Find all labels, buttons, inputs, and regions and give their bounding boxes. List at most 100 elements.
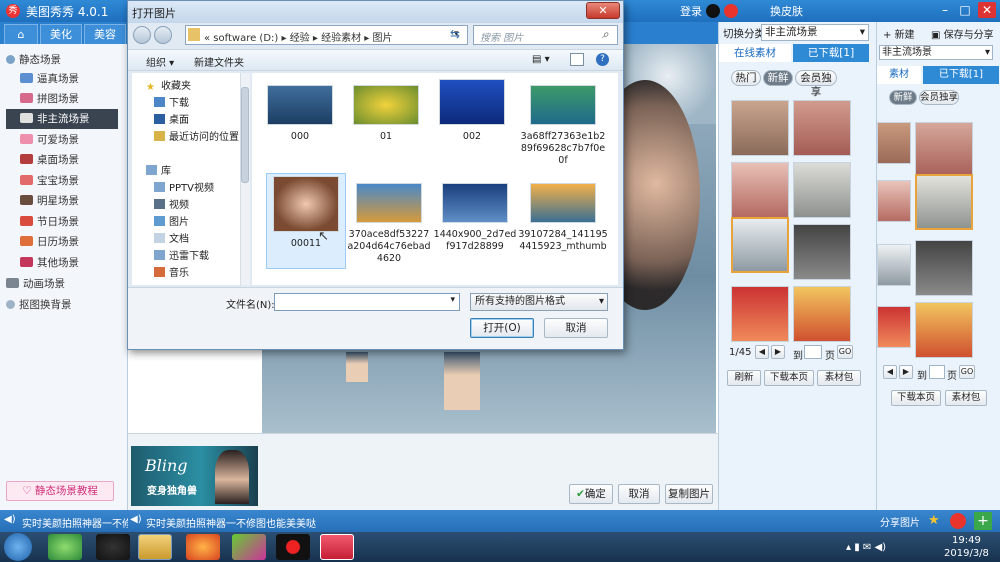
material-thumb[interactable] [915, 302, 973, 358]
tree-recent[interactable]: 最近访问的位置 [154, 130, 239, 146]
save-share-button[interactable]: ▣ 保存与分享 [931, 26, 994, 41]
file-item[interactable]: 000 [260, 85, 340, 181]
star-icon[interactable]: ★ [928, 513, 940, 528]
page-input[interactable] [804, 345, 822, 359]
sidebar-item-calendar[interactable]: 日历场景 [6, 232, 118, 252]
qq-icon[interactable] [706, 4, 720, 18]
subtab-new-2[interactable]: 新鲜 [889, 90, 917, 105]
tab-downloaded-2[interactable]: 已下载[1] [923, 66, 999, 84]
new-folder-button[interactable]: 新建文件夹 [194, 54, 244, 69]
file-item[interactable]: 370ace8df53227a204d64c76ebad4620 [346, 183, 432, 279]
material-pack-button-2[interactable]: 素材包 [945, 390, 987, 406]
scrollbar-thumb[interactable] [241, 87, 249, 183]
preview-pane-icon[interactable] [570, 53, 584, 66]
breadcrumb-item[interactable]: 经验 [290, 33, 310, 44]
tab-online-material-2[interactable]: 素材 [877, 66, 921, 84]
material-thumb[interactable] [877, 306, 911, 348]
file-item-selected[interactable]: 00011 [266, 173, 346, 269]
cancel-button[interactable]: 取消 [618, 484, 660, 504]
tree-music[interactable]: 音乐 [154, 266, 189, 282]
tree-pptv[interactable]: PPTV视频 [154, 181, 214, 197]
file-item[interactable]: 002 [432, 79, 512, 175]
download-page-button-2[interactable]: 下载本页 [891, 390, 941, 406]
weibo-icon[interactable] [724, 4, 738, 18]
confirm-button[interactable]: ✔确定 [569, 484, 613, 504]
filetype-select[interactable]: 所有支持的图片格式 ▾ [470, 293, 608, 311]
login-link[interactable]: 登录 [680, 3, 702, 19]
status-text-left[interactable]: 实时美颜拍照神器一不修图 [22, 515, 128, 530]
material-thumb-selected[interactable] [915, 174, 973, 230]
view-menu-icon[interactable]: ▤ ▾ [532, 54, 550, 65]
dialog-close-icon[interactable]: ✕ [586, 2, 620, 19]
tree-documents[interactable]: 文档 [154, 232, 189, 248]
subtab-vip-2[interactable]: 会员独享 [919, 90, 959, 105]
firefox-taskbar-icon[interactable] [186, 534, 220, 560]
tutorial-button[interactable]: ♡ 静态场景教程 [6, 481, 114, 501]
material-thumb[interactable] [793, 162, 851, 218]
material-thumb[interactable] [877, 122, 911, 164]
taskbar-app-icon[interactable] [48, 534, 82, 560]
meitu-taskbar-icon[interactable] [320, 534, 354, 560]
chevron-down-icon[interactable]: ▾ [450, 295, 455, 305]
material-thumb[interactable] [731, 162, 789, 218]
page-input-2[interactable] [929, 365, 945, 379]
sidebar-item-collage[interactable]: 拼图场景 [6, 89, 118, 109]
breadcrumb-item[interactable]: 经验素材 [321, 33, 361, 44]
close-icon[interactable]: ✕ [978, 2, 996, 18]
promo-banner[interactable]: Bling 变身独角兽 [131, 446, 258, 506]
start-button-icon[interactable] [4, 533, 32, 561]
explorer-taskbar-icon[interactable] [138, 534, 172, 560]
prev-page-icon[interactable]: ◀ [883, 365, 897, 379]
next-page-icon[interactable]: ▶ [899, 365, 913, 379]
file-item[interactable]: 3a68ff27363e1b289f69628c7b7f0e0f [518, 85, 608, 181]
tree-libraries[interactable]: 库 [146, 164, 171, 180]
material-thumb[interactable] [915, 122, 973, 178]
open-button[interactable]: 打开(O) [470, 318, 534, 338]
subtab-vip[interactable]: 会员独享 [795, 70, 837, 98]
tree-downloads[interactable]: 下载 [154, 96, 189, 112]
material-thumb-selected[interactable] [731, 217, 789, 273]
sidebar-item-festival[interactable]: 节日场景 [6, 212, 118, 232]
sidebar-item-other[interactable]: 其他场景 [6, 253, 118, 273]
dialog-cancel-button[interactable]: 取消 [544, 318, 608, 338]
tree-desktop[interactable]: 桌面 [154, 113, 189, 129]
prev-page-icon[interactable]: ◀ [755, 345, 769, 359]
tree-favorites[interactable]: ★ 收藏夹 [146, 79, 191, 95]
material-thumb[interactable] [877, 244, 911, 286]
subtab-new[interactable]: 新鲜 [763, 70, 793, 86]
sidebar-item-desktop[interactable]: 桌面场景 [6, 150, 118, 170]
recorder-taskbar-icon[interactable] [276, 534, 310, 560]
next-page-icon[interactable]: ▶ [771, 345, 785, 359]
go-button-2[interactable]: GO [959, 365, 975, 379]
sidebar-item-cute[interactable]: 可爱场景 [6, 130, 118, 150]
clock-time[interactable]: 19:49 [952, 535, 981, 546]
tab-online-material[interactable]: 在线素材 [719, 44, 791, 62]
file-item[interactable]: 39107284_1411954415923_mthumb [518, 183, 608, 279]
material-thumb[interactable] [793, 224, 851, 280]
refresh-icon[interactable]: ⇆ [450, 27, 460, 41]
tab-beauty[interactable]: 美容 [84, 24, 126, 44]
tree-pictures[interactable]: 图片 [154, 215, 189, 231]
sidebar-item-realistic[interactable]: 逼真场景 [6, 69, 118, 89]
address-bar[interactable]: « software (D:) ▸ 经验 ▸ 经验素材 ▸ 图片 ▾ [185, 25, 468, 45]
forward-icon[interactable] [154, 26, 172, 44]
download-page-button[interactable]: 下载本页 [764, 370, 814, 386]
sidebar-group-animated[interactable]: 动画场景 [6, 274, 118, 294]
material-thumb[interactable] [915, 240, 973, 296]
tab-downloaded[interactable]: 已下载[1] [793, 44, 869, 62]
copy-image-button[interactable]: 复制图片 [665, 484, 713, 504]
organize-menu[interactable]: 组织 ▾ [146, 54, 174, 69]
sidebar-group-cutout[interactable]: 抠图换背景 [6, 295, 118, 315]
go-button[interactable]: GO [837, 345, 853, 359]
tree-videos[interactable]: 视频 [154, 198, 189, 214]
sidebar-group-static[interactable]: 静态场景 [6, 50, 118, 70]
weibo-icon[interactable] [950, 513, 966, 529]
material-thumb[interactable] [731, 100, 789, 156]
search-input[interactable]: 搜索 图片 ⌕ [473, 25, 618, 45]
breadcrumb-item[interactable]: software (D:) [213, 33, 278, 44]
tree-scrollbar[interactable] [240, 73, 250, 285]
home-tab[interactable]: ⌂ [4, 24, 38, 44]
sidebar-item-alternative[interactable]: 非主流场景 [6, 109, 118, 129]
minimize-icon[interactable]: – [936, 2, 954, 18]
material-thumb[interactable] [793, 286, 851, 342]
